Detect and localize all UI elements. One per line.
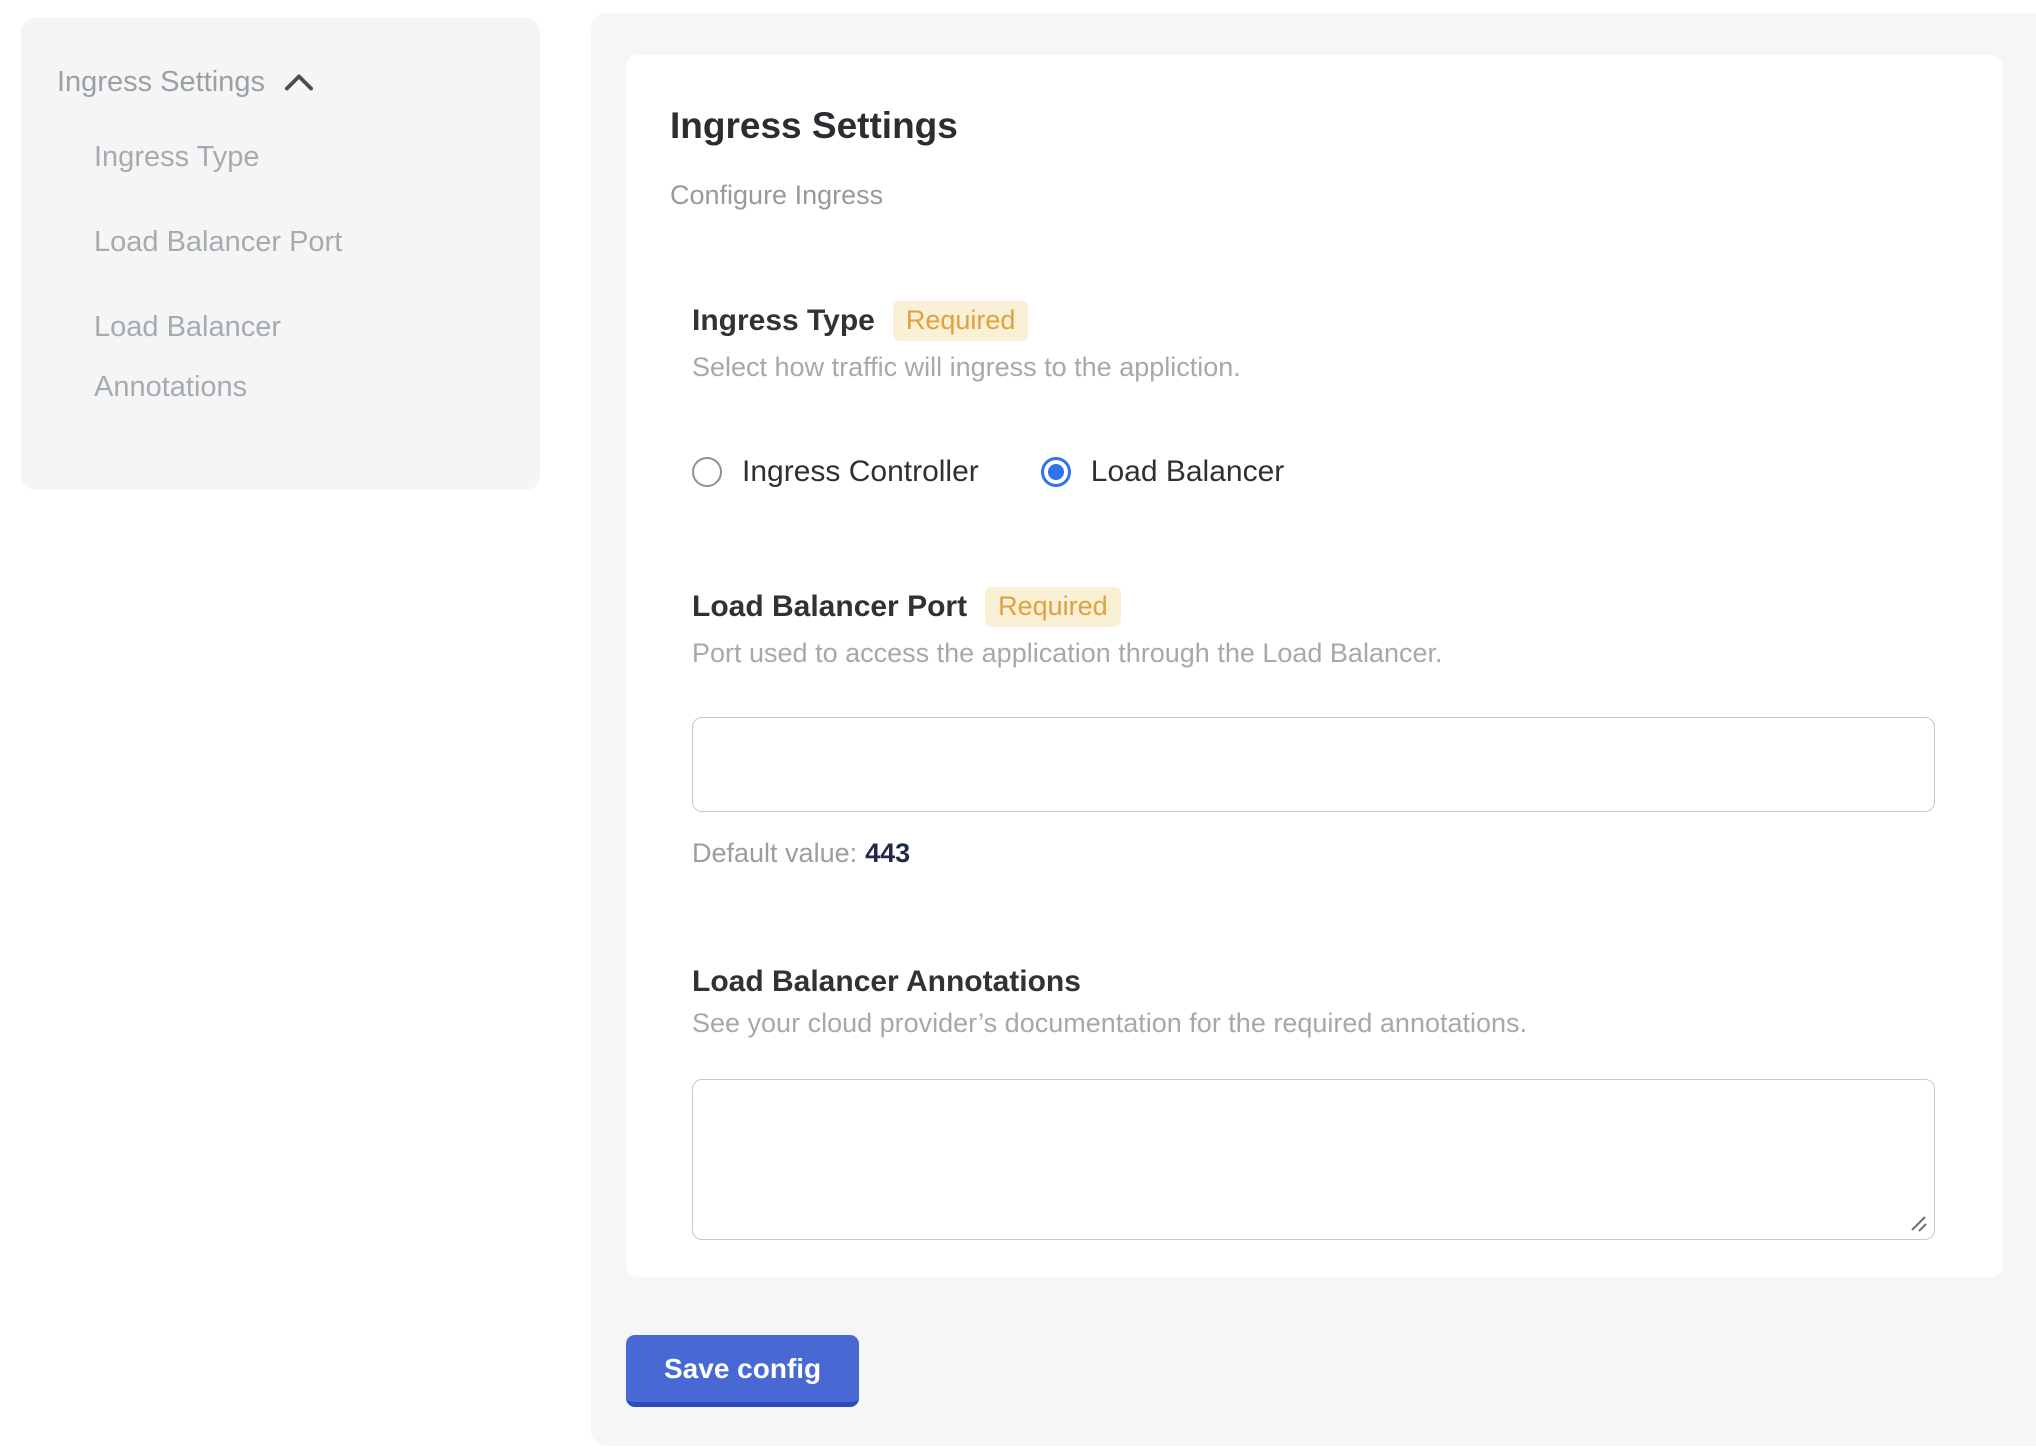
chevron-up-icon xyxy=(283,72,315,94)
sidebar-item-ingress-type[interactable]: Ingress Type xyxy=(94,127,394,187)
load-balancer-annotations-textarea[interactable] xyxy=(692,1079,1935,1240)
sidebar-item-load-balancer-port[interactable]: Load Balancer Port xyxy=(94,212,394,272)
ingress-type-description: Select how traffic will ingress to the a… xyxy=(692,354,1935,381)
sidebar: Ingress Settings Ingress Type Load Balan… xyxy=(21,18,540,490)
sidebar-group-label: Ingress Settings xyxy=(57,68,265,97)
sidebar-group-ingress-settings[interactable]: Ingress Settings xyxy=(57,68,500,97)
radio-load-balancer[interactable] xyxy=(1041,457,1071,487)
load-balancer-port-heading: Load Balancer Port xyxy=(692,592,967,622)
radio-option-load-balancer[interactable]: Load Balancer xyxy=(1041,457,1284,487)
radio-label-load-balancer: Load Balancer xyxy=(1091,457,1284,487)
radio-option-ingress-controller[interactable]: Ingress Controller xyxy=(692,457,979,487)
required-badge: Required xyxy=(985,587,1121,627)
default-value-label: Default value: xyxy=(692,838,857,868)
resize-handle-icon[interactable] xyxy=(1907,1212,1929,1234)
load-balancer-port-input[interactable] xyxy=(692,717,1935,812)
default-value-note: Default value: 443 xyxy=(692,840,1935,867)
settings-card: Ingress Settings Configure Ingress Ingre… xyxy=(626,55,2003,1277)
required-badge: Required xyxy=(893,301,1029,341)
section-load-balancer-port: Load Balancer Port Required Port used to… xyxy=(692,587,1935,867)
sidebar-list: Ingress Type Load Balancer Port Load Bal… xyxy=(57,127,500,417)
page-title: Ingress Settings xyxy=(670,107,1959,144)
load-balancer-annotations-heading: Load Balancer Annotations xyxy=(692,967,1081,997)
radio-ingress-controller[interactable] xyxy=(692,457,722,487)
load-balancer-port-description: Port used to access the application thro… xyxy=(692,640,1935,667)
page-subtitle: Configure Ingress xyxy=(670,182,1959,209)
section-load-balancer-annotations: Load Balancer Annotations See your cloud… xyxy=(692,967,1935,1240)
section-ingress-type: Ingress Type Required Select how traffic… xyxy=(692,301,1935,487)
main-panel: Ingress Settings Configure Ingress Ingre… xyxy=(591,13,2036,1446)
sidebar-item-load-balancer-annotations[interactable]: Load Balancer Annotations xyxy=(94,297,394,417)
default-value: 443 xyxy=(865,838,910,868)
radio-label-ingress-controller: Ingress Controller xyxy=(742,457,979,487)
ingress-type-radio-group: Ingress Controller Load Balancer xyxy=(692,457,1935,487)
load-balancer-annotations-description: See your cloud provider’s documentation … xyxy=(692,1010,1935,1037)
ingress-type-heading: Ingress Type xyxy=(692,306,875,336)
save-config-button[interactable]: Save config xyxy=(626,1335,859,1407)
